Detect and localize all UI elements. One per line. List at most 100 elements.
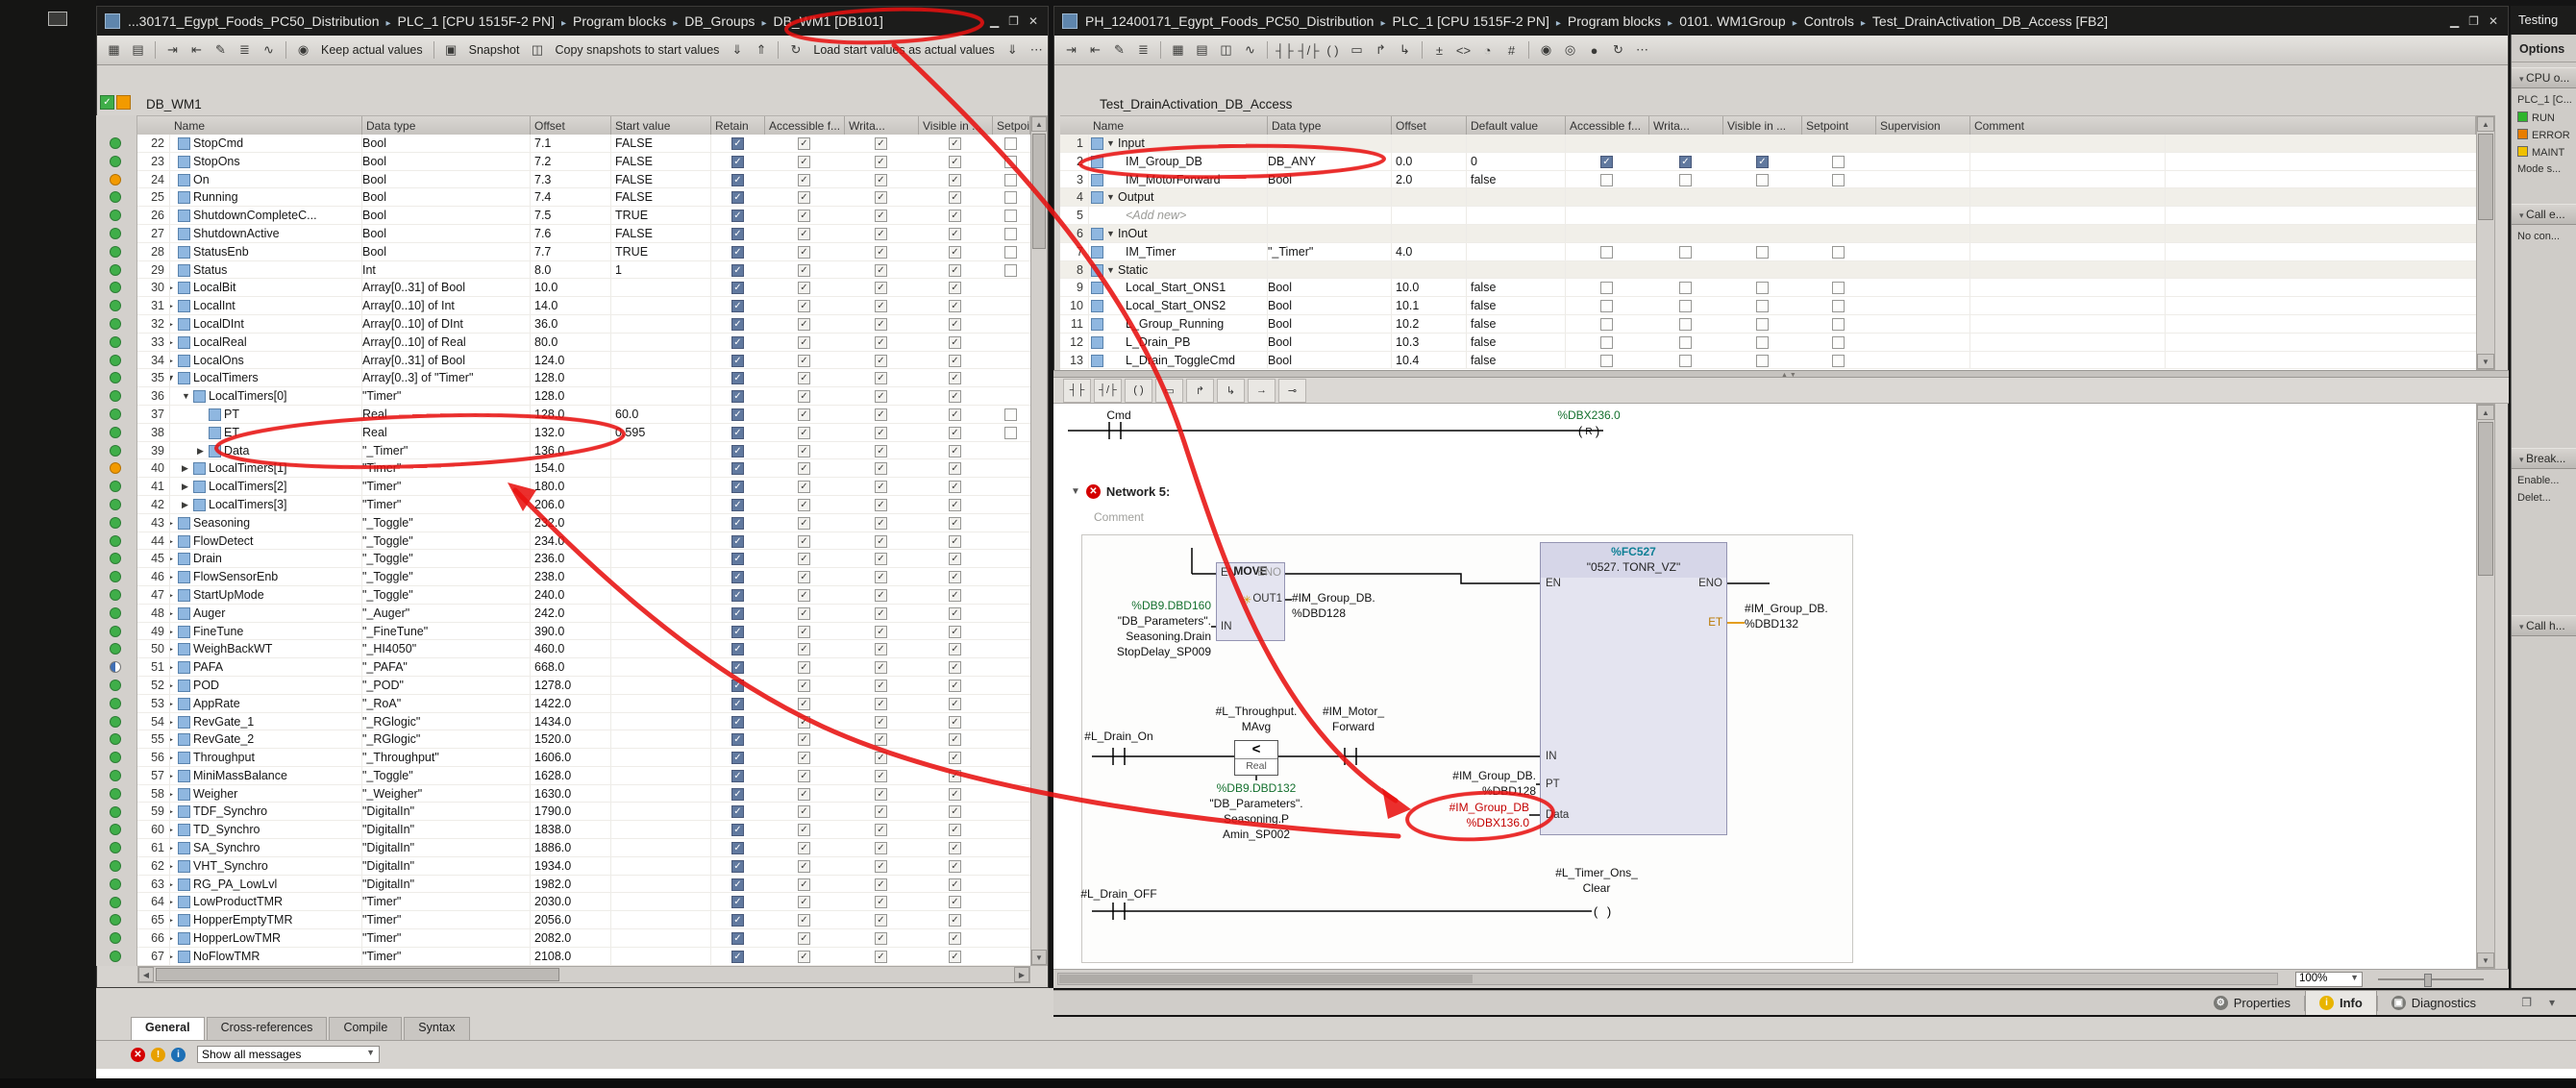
checkbox[interactable]: ✓ — [798, 174, 810, 186]
scrollbar-thumb[interactable] — [2478, 134, 2493, 220]
column-header[interactable]: Data type — [1268, 116, 1392, 136]
checkbox[interactable]: ✓ — [949, 355, 961, 367]
column-header[interactable]: Retain — [711, 116, 765, 136]
expand-arrow-icon[interactable]: ▶ — [170, 627, 173, 637]
checkbox[interactable]: ✓ — [731, 318, 744, 331]
data-type-cell[interactable]: Array[0..10] of Int — [362, 297, 531, 314]
column-header[interactable]: Accessible f... — [765, 116, 845, 136]
checkbox[interactable] — [1004, 191, 1017, 204]
data-type-cell[interactable]: "_Toggle" — [362, 514, 531, 532]
data-type-cell[interactable]: "_FineTune" — [362, 623, 531, 640]
checkbox[interactable]: ✓ — [949, 246, 961, 259]
checkbox[interactable]: ✓ — [875, 951, 887, 963]
start-value-cell[interactable]: FALSE — [611, 188, 711, 206]
checkbox[interactable] — [1600, 246, 1613, 259]
left-window-titlebar[interactable]: ...30171_Egypt_Foods_PC50_Distribution▸P… — [97, 7, 1048, 36]
refresh-icon[interactable]: ↻ — [784, 39, 806, 62]
collapse-arrow-icon[interactable]: ▼ — [1071, 486, 1080, 497]
data-type-cell[interactable]: Bool — [1268, 171, 1392, 188]
checkbox[interactable]: ✓ — [798, 860, 810, 873]
checkbox[interactable]: ✓ — [875, 932, 887, 945]
start-value-cell[interactable]: 1 — [611, 261, 711, 279]
checkbox[interactable]: ✓ — [949, 174, 961, 186]
expand-arrow-icon[interactable]: ▼ — [1106, 229, 1115, 238]
checkbox[interactable]: ✓ — [875, 535, 887, 548]
tab-syntax[interactable]: Syntax — [404, 1017, 469, 1040]
collapse-arrow-icon[interactable]: ▾ — [2519, 210, 2526, 220]
expand-arrow-icon[interactable]: ▶ — [170, 952, 173, 962]
checkbox[interactable]: ✓ — [949, 643, 961, 655]
insert-row-icon[interactable]: ⇥ — [161, 39, 184, 62]
expand-arrow-icon[interactable]: ▶ — [170, 771, 173, 781]
left-horizontal-scrollbar[interactable]: ◀ ▶ — [137, 966, 1030, 983]
checkbox[interactable]: ✓ — [798, 626, 810, 638]
load-values-icon[interactable]: ⇓ — [1002, 39, 1024, 62]
favorite-nc-contact-icon[interactable]: ┤/├ — [1094, 379, 1122, 403]
data-type-cell[interactable]: Bool — [362, 207, 531, 224]
checkbox[interactable]: ✓ — [731, 824, 744, 836]
checkbox[interactable] — [1004, 156, 1017, 168]
download-icon[interactable]: ⇓ — [726, 39, 748, 62]
default-value-cell[interactable]: false — [1467, 352, 1566, 369]
app-window-icon[interactable] — [48, 12, 67, 26]
table-row[interactable]: 37PTReal128.060.0✓✓✓✓ — [137, 406, 1030, 424]
editor-horizontal-scrollbar[interactable] — [1057, 973, 2278, 985]
checkbox[interactable]: ✓ — [949, 752, 961, 764]
checkbox[interactable]: ✓ — [798, 716, 810, 729]
testing-panel-titlebar[interactable]: Testing — [2511, 6, 2576, 35]
compare-box[interactable]: < Real — [1234, 740, 1278, 776]
data-type-cell[interactable]: Real — [362, 406, 531, 423]
data-type-cell[interactable]: Array[0..3] of "Timer" — [362, 369, 531, 386]
start-value-cell[interactable] — [611, 568, 711, 585]
data-type-cell[interactable]: "_Toggle" — [362, 532, 531, 550]
scroll-up-icon[interactable]: ▲ — [2477, 405, 2494, 420]
data-type-cell[interactable]: "Timer" — [362, 459, 531, 477]
checkbox[interactable]: ✓ — [731, 137, 744, 150]
expand-arrow-icon[interactable]: ▼ — [170, 373, 175, 383]
scroll-down-icon[interactable]: ▼ — [1031, 950, 1047, 965]
et-operand[interactable]: #IM_Group_DB. %DBD132 — [1745, 601, 1860, 631]
scroll-right-icon[interactable]: ▶ — [1014, 967, 1029, 982]
data-type-cell[interactable]: Array[0..10] of DInt — [362, 315, 531, 333]
checkbox[interactable]: ✓ — [875, 752, 887, 764]
checkbox[interactable] — [1832, 336, 1845, 349]
start-value-cell[interactable] — [611, 839, 711, 856]
table-row[interactable]: 25RunningBool7.4FALSE✓✓✓✓ — [137, 188, 1030, 207]
checkbox[interactable]: ✓ — [949, 300, 961, 312]
interface-vertical-scrollbar[interactable]: ▲ ▼ — [2476, 115, 2495, 370]
checkbox[interactable]: ✓ — [949, 462, 961, 475]
checkbox[interactable]: ✓ — [949, 427, 961, 439]
table-row[interactable]: 42▶LocalTimers[3]"Timer"206.0✓✓✓✓ — [137, 496, 1030, 514]
data-type-cell[interactable]: "_Weigher" — [362, 785, 531, 803]
add-new-placeholder[interactable]: <Add new> — [1126, 209, 1186, 222]
table-row[interactable]: 49▶FineTune"_FineTune"390.0✓✓✓✓ — [137, 623, 1030, 641]
table-row[interactable]: 13L_Drain_ToggleCmdBool10.4false — [1060, 352, 2476, 370]
checkbox[interactable]: ✓ — [798, 733, 810, 746]
table-row[interactable]: 35▼LocalTimersArray[0..3] of "Timer"128.… — [137, 369, 1030, 387]
checkbox[interactable]: ✓ — [731, 282, 744, 294]
table-row[interactable]: 9Local_Start_ONS1Bool10.0false — [1060, 279, 2476, 297]
column-header[interactable]: Setpoint — [993, 116, 1030, 136]
table-row[interactable]: 6▼InOut — [1060, 225, 2476, 243]
checkbox[interactable]: ✓ — [731, 914, 744, 927]
checkbox[interactable] — [1004, 408, 1017, 421]
data-type-cell[interactable]: "_Throughput" — [362, 749, 531, 766]
checkbox[interactable]: ✓ — [798, 589, 810, 602]
data-type-cell[interactable]: Array[0..10] of Real — [362, 334, 531, 351]
checkbox[interactable] — [1679, 246, 1692, 259]
checkbox[interactable]: ✓ — [875, 842, 887, 854]
expand-arrow-icon[interactable]: ▶ — [197, 446, 204, 457]
checkbox[interactable]: ✓ — [731, 932, 744, 945]
table-row[interactable]: 31▶LocalIntArray[0..10] of Int14.0✓✓✓✓ — [137, 297, 1030, 315]
checkbox[interactable]: ✓ — [731, 661, 744, 674]
signal-flow-icon[interactable]: ∿ — [1239, 39, 1261, 62]
checkbox[interactable]: ✓ — [875, 355, 887, 367]
column-header[interactable]: Comment — [1970, 116, 2476, 136]
checkbox[interactable]: ✓ — [949, 896, 961, 908]
checkbox[interactable]: ✓ — [731, 445, 744, 457]
favorite-operand-icon[interactable]: ⊸ — [1278, 379, 1306, 403]
table-row[interactable]: 26ShutdownCompleteC...Bool7.5TRUE✓✓✓✓ — [137, 207, 1030, 225]
data-type-cell[interactable]: "Timer" — [362, 478, 531, 495]
table-row[interactable]: 65▶HopperEmptyTMR"Timer"2056.0✓✓✓✓ — [137, 911, 1030, 929]
table-row[interactable]: 41▶LocalTimers[2]"Timer"180.0✓✓✓✓ — [137, 478, 1030, 496]
